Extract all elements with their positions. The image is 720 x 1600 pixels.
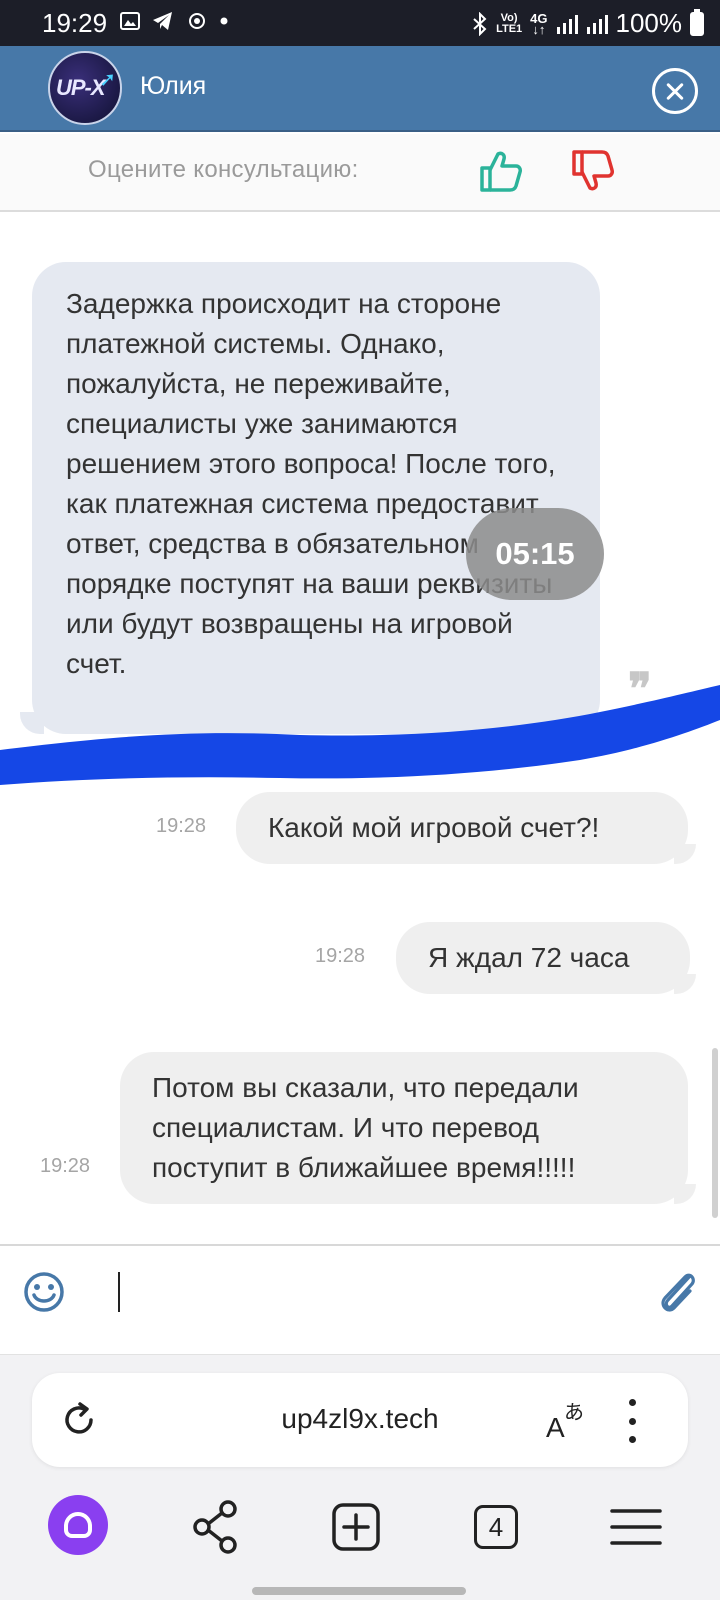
message-input[interactable]: [118, 1272, 120, 1312]
status-bar: 19:29 Vo) LTE1 4G ↓↑ 100%: [0, 0, 720, 46]
browser-nav: 4: [0, 1485, 720, 1565]
blue-scribble-annotation: [0, 685, 720, 785]
incoming-message: Задержка происходит на стороне платежной…: [32, 262, 600, 734]
rating-label: Оцените консультацию:: [88, 156, 359, 183]
network-type: 4G ↓↑: [530, 10, 548, 37]
outgoing-message: Потом вы сказали, что передали специалис…: [120, 1052, 688, 1204]
outgoing-bubble-tail: [674, 844, 696, 864]
browser-bottom-bar: up4zl9x.tech A あ 4: [0, 1354, 720, 1600]
thumbs-down-icon[interactable]: [570, 148, 616, 194]
new-tab-icon[interactable]: [326, 1497, 386, 1557]
outgoing-message-text: Какой мой игровой счет?!: [268, 812, 600, 843]
signal-icon: [556, 14, 578, 34]
scrollbar[interactable]: [712, 1048, 718, 1218]
dot-icon: [220, 17, 228, 25]
share-icon[interactable]: [188, 1497, 248, 1557]
paperclip-icon[interactable]: [654, 1266, 700, 1316]
translate-icon[interactable]: A あ: [544, 1397, 590, 1443]
bluetooth-icon: [473, 11, 487, 36]
timer-badge: 05:15: [466, 508, 604, 600]
hamburger-menu-icon[interactable]: [606, 1497, 666, 1557]
status-right: Vo) LTE1 4G ↓↑ 100%: [472, 8, 704, 39]
incoming-message-text: Задержка происходит на стороне платежной…: [66, 288, 556, 679]
message-time: 19:28: [40, 1155, 91, 1177]
android-bug-icon: [189, 13, 205, 29]
outgoing-bubble-tail: [674, 974, 696, 994]
notification-icons: [120, 10, 228, 32]
signal-icon-2: [586, 14, 608, 34]
rating-bar: Оцените консультацию:: [0, 134, 720, 212]
tabs-button[interactable]: 4: [466, 1497, 526, 1557]
avatar: UP-X ➚: [48, 51, 122, 125]
operator-name: Юлия: [140, 72, 207, 100]
gesture-handle[interactable]: [252, 1587, 466, 1595]
emoji-icon[interactable]: [22, 1270, 66, 1314]
volte-indicator: Vo) LTE1: [496, 11, 523, 35]
outgoing-bubble-tail: [674, 1184, 696, 1204]
svg-text:あ: あ: [564, 1400, 584, 1424]
status-time: 19:29: [42, 8, 108, 38]
arrow-icon: ➚: [99, 69, 116, 91]
outgoing-message: Какой мой игровой счет?!: [236, 792, 688, 864]
thumbs-up-icon[interactable]: [478, 148, 524, 194]
message-time: 19:28: [156, 815, 207, 837]
address-bar[interactable]: up4zl9x.tech A あ: [32, 1373, 688, 1467]
outgoing-message: Я ждал 72 часа: [396, 922, 690, 994]
avatar-logo-text: UP-X: [56, 75, 106, 100]
battery-icon: [690, 8, 704, 36]
battery-percent: 100%: [615, 8, 683, 38]
alice-assistant-button[interactable]: [48, 1495, 108, 1555]
outgoing-message-text: Потом вы сказали, что передали специалис…: [152, 1072, 579, 1183]
more-menu-icon[interactable]: [622, 1399, 642, 1443]
outgoing-message-text: Я ждал 72 часа: [428, 942, 630, 973]
close-button[interactable]: [652, 68, 698, 114]
svg-text:A: A: [546, 1412, 565, 1443]
gallery-icon: [120, 12, 140, 30]
telegram-icon: [153, 12, 172, 30]
message-time: 19:28: [315, 945, 366, 967]
chat-header: UP-X ➚ Юлия: [0, 46, 720, 132]
tabs-count: 4: [474, 1505, 518, 1549]
message-input-bar: [0, 1244, 720, 1354]
